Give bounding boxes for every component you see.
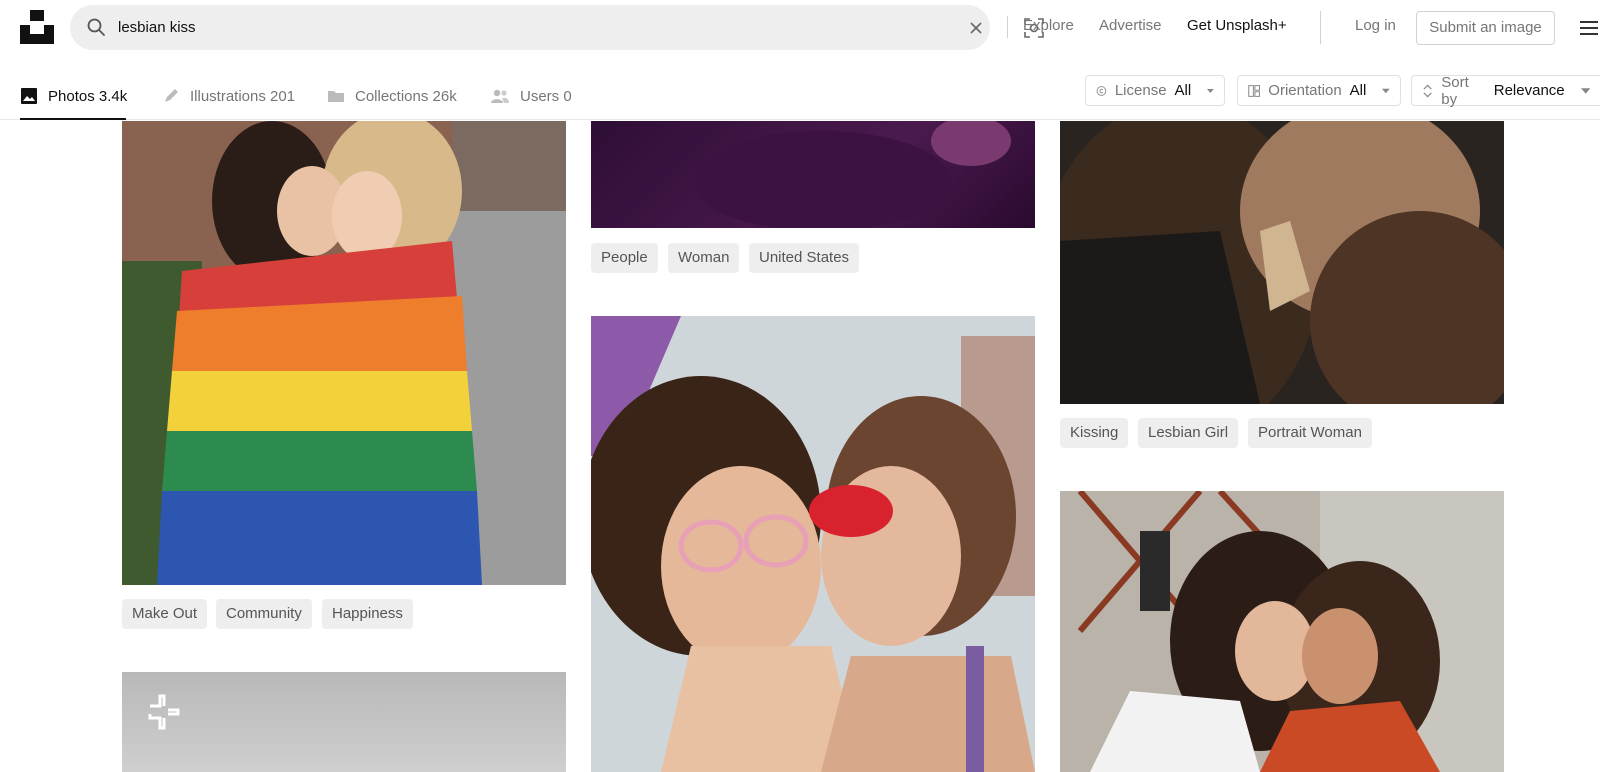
unsplash-logo-icon[interactable] (20, 10, 54, 44)
tab-label: Collections 26k (355, 87, 457, 105)
folder-icon (328, 91, 344, 102)
active-tab-underline (20, 118, 126, 120)
tag-chip[interactable]: Make Out (122, 599, 208, 629)
license-filter[interactable]: License All (1085, 75, 1225, 106)
hamburger-menu-icon[interactable] (1578, 17, 1600, 39)
login-link[interactable]: Log in (1355, 17, 1396, 34)
chevron-down-icon (1207, 88, 1214, 93)
search-divider (1007, 16, 1008, 38)
tag-chip[interactable]: Woman (668, 243, 740, 273)
photo-purple-image (691, 121, 1011, 228)
tab-label: Illustrations 201 (190, 87, 296, 105)
search-input[interactable] (118, 13, 908, 42)
clear-search-icon[interactable] (965, 17, 987, 39)
filter-label: Sort by (1441, 73, 1469, 108)
photo-rainbow-flag-image (122, 121, 566, 585)
chevron-down-icon (1580, 87, 1590, 94)
photo-placeholder[interactable] (122, 672, 566, 772)
photo-purple-scene[interactable] (591, 121, 1035, 228)
tab-label: Users 0 (520, 87, 572, 105)
tag-chip[interactable]: United States (749, 243, 860, 273)
sort-icon (1423, 84, 1432, 97)
copyright-icon (1096, 85, 1107, 96)
tag-chip[interactable]: People (591, 243, 658, 273)
filter-value: Relevance (1493, 82, 1565, 99)
filter-value: All (1174, 82, 1192, 99)
tab-illustrations[interactable]: Illustrations 201 (162, 82, 295, 110)
photo-cheek-kiss-image (591, 316, 1035, 772)
tag-chip[interactable]: Happiness (322, 599, 413, 629)
unsplash-plus-icon (148, 694, 180, 730)
tag-chip[interactable]: Kissing (1060, 418, 1129, 448)
photo-forehead-touch-image (1060, 491, 1504, 772)
photo-close-kiss[interactable] (1060, 121, 1504, 404)
top-header: Explore Advertise Get Unsplash+ Log in S… (0, 0, 1600, 56)
photo-rainbow-flag-kiss[interactable] (122, 121, 566, 585)
tag-chip[interactable]: Community (216, 599, 312, 629)
search-icon[interactable] (86, 17, 106, 37)
nav-divider (1320, 11, 1321, 44)
tab-label: Photos 3.4k (48, 87, 128, 105)
filter-label: License (1114, 82, 1167, 99)
image-icon (21, 88, 37, 104)
get-unsplash-plus-link[interactable]: Get Unsplash+ (1187, 17, 1287, 34)
advertise-link[interactable]: Advertise (1099, 17, 1162, 34)
tab-users[interactable]: Users 0 (490, 82, 572, 110)
tag-chip[interactable]: Lesbian Girl (1138, 418, 1239, 448)
chevron-down-icon (1382, 88, 1390, 93)
tag-chip[interactable]: Portrait Woman (1248, 418, 1372, 448)
submit-image-button[interactable]: Submit an image (1416, 11, 1555, 45)
photo-close-kiss-image (1060, 121, 1504, 404)
filter-label: Orientation (1268, 82, 1342, 99)
search-bar (70, 5, 1044, 50)
filter-value: All (1349, 82, 1367, 99)
users-icon (491, 89, 509, 103)
photo-pride-cheek-kiss[interactable] (591, 316, 1035, 772)
explore-link[interactable]: Explore (1023, 17, 1074, 34)
orientation-icon (1248, 84, 1261, 97)
photo-forehead-touch[interactable] (1060, 491, 1504, 772)
tab-collections[interactable]: Collections 26k (327, 82, 457, 110)
orientation-filter[interactable]: Orientation All (1237, 75, 1401, 106)
sort-filter[interactable]: Sort by Relevance (1411, 73, 1600, 108)
tab-photos[interactable]: Photos 3.4k (20, 82, 127, 110)
pen-icon (165, 89, 178, 102)
media-type-tabs: Photos 3.4k Illustrations 201 Collection… (0, 70, 1600, 120)
